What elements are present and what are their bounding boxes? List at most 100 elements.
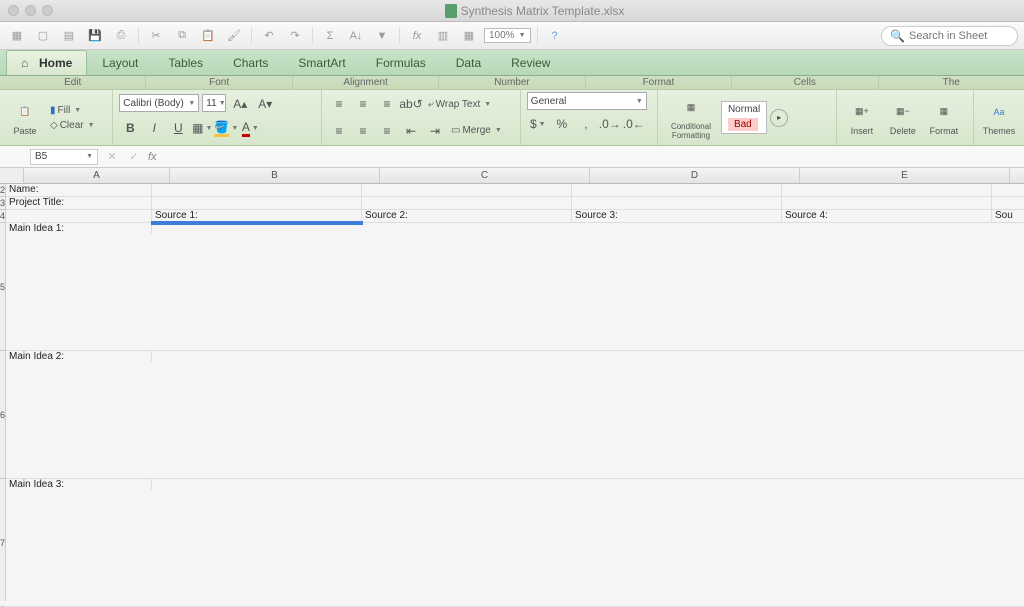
- cell[interactable]: Main Idea 2:: [6, 351, 152, 362]
- font-color-button[interactable]: A▼: [239, 118, 261, 138]
- col-header-d[interactable]: D: [590, 168, 800, 183]
- insert-button[interactable]: ▦+Insert: [843, 93, 881, 143]
- row-header[interactable]: 5: [0, 223, 5, 351]
- wrap-text-button[interactable]: ⤶Wrap Text▼: [424, 94, 495, 114]
- cell[interactable]: Project Title:: [6, 197, 152, 209]
- col-header-b[interactable]: B: [170, 168, 380, 183]
- number-format-select[interactable]: General▼: [527, 92, 647, 110]
- cell[interactable]: Sou: [992, 210, 1024, 222]
- merge-button[interactable]: ▭Merge▼: [448, 121, 505, 141]
- align-middle-button[interactable]: ≡: [352, 94, 374, 114]
- redo-icon[interactable]: ↷: [284, 25, 306, 47]
- fx-icon[interactable]: fx: [148, 151, 157, 163]
- autosum-icon[interactable]: Σ: [319, 25, 341, 47]
- cell[interactable]: Name:: [6, 184, 152, 196]
- currency-button[interactable]: $▼: [527, 114, 549, 134]
- percent-button[interactable]: %: [551, 114, 573, 134]
- row-header[interactable]: 2: [0, 184, 5, 197]
- filter-icon[interactable]: ▼: [371, 25, 393, 47]
- tab-charts[interactable]: Charts: [218, 50, 283, 75]
- cell[interactable]: Source 3:: [572, 210, 782, 222]
- tab-tables[interactable]: Tables: [153, 50, 218, 75]
- style-normal[interactable]: Normal: [728, 104, 760, 115]
- cell[interactable]: Source 4:: [782, 210, 992, 222]
- search-input[interactable]: [909, 30, 1009, 42]
- clear-button[interactable]: ◇Clear▼: [47, 119, 98, 132]
- comma-button[interactable]: ,: [575, 114, 597, 134]
- cell[interactable]: [362, 197, 572, 209]
- cell[interactable]: Source 2:: [362, 210, 572, 222]
- underline-button[interactable]: U: [167, 118, 189, 138]
- indent-dec-button[interactable]: ⇤: [400, 121, 422, 141]
- styles-more-button[interactable]: ▸: [770, 109, 788, 127]
- paste-icon[interactable]: 📋: [197, 25, 219, 47]
- row-header[interactable]: 6: [0, 351, 5, 479]
- align-bottom-button[interactable]: ≡: [376, 94, 398, 114]
- copy-icon[interactable]: ⧉: [171, 25, 193, 47]
- cut-icon[interactable]: ✂: [145, 25, 167, 47]
- cancel-icon[interactable]: ✕: [104, 150, 120, 163]
- tab-data[interactable]: Data: [441, 50, 496, 75]
- confirm-icon[interactable]: ✓: [126, 150, 142, 163]
- border-button[interactable]: ▦▼: [191, 118, 213, 138]
- open-icon[interactable]: ▤: [58, 25, 80, 47]
- close-icon[interactable]: [8, 5, 19, 16]
- zoom-select[interactable]: 100%▼: [484, 28, 531, 43]
- align-left-button[interactable]: ≡: [328, 121, 350, 141]
- undo-icon[interactable]: ↶: [258, 25, 280, 47]
- row-header[interactable]: 3: [0, 197, 5, 210]
- style-bad[interactable]: Bad: [728, 118, 758, 131]
- align-top-button[interactable]: ≡: [328, 94, 350, 114]
- cell[interactable]: [782, 184, 992, 196]
- tab-review[interactable]: Review: [496, 50, 565, 75]
- show-formulas-icon[interactable]: ▥: [432, 25, 454, 47]
- cell[interactable]: [572, 184, 782, 196]
- shrink-font-button[interactable]: A▾: [254, 94, 276, 114]
- indent-inc-button[interactable]: ⇥: [424, 121, 446, 141]
- new-doc-icon[interactable]: ▢: [32, 25, 54, 47]
- col-header-c[interactable]: C: [380, 168, 590, 183]
- grid[interactable]: Name: Project Title: Source 1: Source 2:…: [6, 184, 1024, 601]
- format-button[interactable]: ▦Format: [925, 93, 963, 143]
- row-header[interactable]: 4: [0, 210, 5, 223]
- save-icon[interactable]: 💾: [84, 25, 106, 47]
- bold-button[interactable]: B: [119, 118, 141, 138]
- search-box[interactable]: 🔍: [881, 26, 1018, 46]
- chart-icon[interactable]: ▦: [458, 25, 480, 47]
- conditional-formatting-button[interactable]: ▦ Conditional Formatting: [664, 93, 718, 143]
- font-name-select[interactable]: Calibri (Body)▼: [119, 94, 199, 112]
- paste-button[interactable]: 📋 Paste: [6, 93, 44, 143]
- cell[interactable]: [152, 184, 362, 196]
- print-icon[interactable]: ⎙: [110, 25, 132, 47]
- cell[interactable]: [782, 197, 992, 209]
- cell[interactable]: [572, 197, 782, 209]
- sort-icon[interactable]: A↓: [345, 25, 367, 47]
- format-painter-icon[interactable]: 🖌: [223, 25, 245, 47]
- cell[interactable]: [6, 210, 152, 222]
- delete-button[interactable]: ▦−Delete: [884, 93, 922, 143]
- tab-smartart[interactable]: SmartArt: [283, 50, 360, 75]
- select-all-corner[interactable]: [0, 168, 24, 184]
- align-center-button[interactable]: ≡: [352, 121, 374, 141]
- tab-layout[interactable]: Layout: [87, 50, 153, 75]
- cell[interactable]: [152, 197, 362, 209]
- home-page-icon[interactable]: ▦: [6, 25, 28, 47]
- cell[interactable]: Main Idea 3:: [6, 479, 152, 490]
- decrease-decimal-button[interactable]: .0←: [623, 114, 645, 134]
- fx-icon[interactable]: fx: [406, 25, 428, 47]
- formula-input[interactable]: [163, 149, 984, 165]
- fill-button[interactable]: ▮Fill▼: [47, 104, 98, 117]
- row-header[interactable]: 7: [0, 479, 5, 607]
- align-right-button[interactable]: ≡: [376, 121, 398, 141]
- col-header-a[interactable]: A: [24, 168, 170, 183]
- window-controls[interactable]: [8, 5, 53, 16]
- grow-font-button[interactable]: A▴: [229, 94, 251, 114]
- tab-home[interactable]: ⌂Home: [6, 50, 87, 75]
- col-header-e[interactable]: E: [800, 168, 1010, 183]
- font-size-select[interactable]: 11▼: [202, 94, 226, 112]
- name-box[interactable]: B5▼: [30, 149, 98, 165]
- italic-button[interactable]: I: [143, 118, 165, 138]
- minimize-icon[interactable]: [25, 5, 36, 16]
- orientation-button[interactable]: ab↺: [400, 94, 422, 114]
- cell[interactable]: Source 1:: [152, 210, 362, 222]
